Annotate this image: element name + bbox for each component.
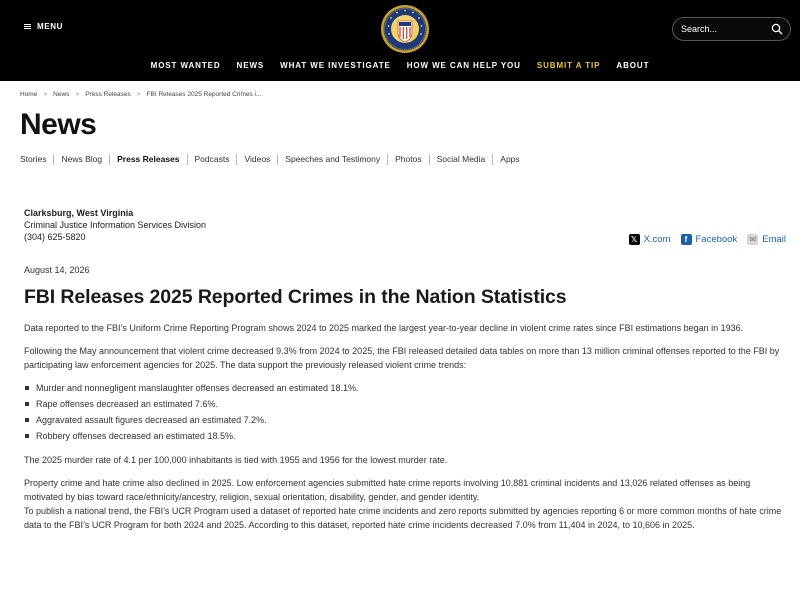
contact-phone: (304) 625-5820 bbox=[24, 232, 86, 242]
main-navigation: MOST WANTED NEWS WHAT WE INVESTIGATE HOW… bbox=[0, 61, 800, 70]
subnav-social-media[interactable]: Social Media bbox=[428, 154, 493, 165]
breadcrumb-separator: > bbox=[136, 91, 141, 98]
article-headline: FBI Releases 2025 Reported Crimes in the… bbox=[24, 286, 567, 308]
list-item: Murder and nonnegligent manslaughter off… bbox=[24, 380, 784, 396]
share-facebook-label: Facebook bbox=[695, 234, 738, 245]
article-paragraph: To publish a national trend, the FBI’s U… bbox=[24, 506, 782, 530]
list-item: Aggravated assault figures decreased an … bbox=[24, 412, 784, 428]
breadcrumb: Home > News > Press Releases > FBI Relea… bbox=[20, 91, 261, 98]
share-email-button[interactable]: ✉ Email bbox=[747, 234, 786, 245]
x-icon: 𝕏 bbox=[628, 234, 640, 245]
list-item: Robbery offenses decreased an estimated … bbox=[24, 428, 784, 444]
article-paragraph: The 2025 murder rate of 4.1 per 100,000 … bbox=[24, 455, 448, 465]
breadcrumb-separator: > bbox=[43, 91, 48, 98]
breadcrumb-press-releases[interactable]: Press Releases bbox=[85, 91, 131, 98]
site-header: MENU MOST WANTED NEWS WHAT WE INVESTIGA bbox=[0, 0, 800, 81]
facebook-icon: f bbox=[680, 234, 692, 245]
search-box[interactable] bbox=[672, 17, 791, 41]
nav-news[interactable]: NEWS bbox=[229, 61, 273, 70]
menu-button[interactable]: MENU bbox=[24, 22, 63, 31]
subnav-photos[interactable]: Photos bbox=[387, 154, 428, 165]
subnav-news-blog[interactable]: News Blog bbox=[53, 154, 109, 165]
subnav-apps[interactable]: Apps bbox=[492, 154, 526, 165]
article-paragraph: Property crime and hate crime also decli… bbox=[24, 478, 751, 502]
contact-location: Clarksburg, West Virginia bbox=[24, 208, 134, 218]
subnav-speeches-and-testimony[interactable]: Speeches and Testimony bbox=[277, 154, 387, 165]
article-date: August 14, 2026 bbox=[24, 265, 90, 275]
breadcrumb-current: FBI Releases 2025 Reported Crimes i... bbox=[146, 91, 262, 98]
nav-how-we-can-help-you[interactable]: HOW WE CAN HELP YOU bbox=[399, 61, 529, 70]
email-icon: ✉ bbox=[747, 234, 759, 245]
article-body: Data reported to the FBI’s Uniform Crime… bbox=[24, 321, 784, 541]
share-x-button[interactable]: 𝕏 X.com bbox=[628, 234, 671, 245]
subnav-press-releases[interactable]: Press Releases bbox=[109, 154, 186, 165]
article-paragraph: Data reported to the FBI’s Uniform Crime… bbox=[24, 323, 744, 333]
breadcrumb-separator: > bbox=[75, 91, 80, 98]
nav-most-wanted[interactable]: MOST WANTED bbox=[143, 61, 229, 70]
page-title: News bbox=[20, 108, 97, 141]
share-email-label: Email bbox=[762, 234, 786, 245]
news-subnav: Stories News Blog Press Releases Podcast… bbox=[20, 154, 527, 165]
list-item: Rape offenses decreased an estimated 7.6… bbox=[24, 396, 784, 412]
breadcrumb-news[interactable]: News bbox=[53, 91, 69, 98]
share-facebook-button[interactable]: f Facebook bbox=[680, 234, 738, 245]
nav-about[interactable]: ABOUT bbox=[608, 61, 657, 70]
share-links: 𝕏 X.com f Facebook ✉ Email bbox=[628, 234, 786, 245]
fbi-seal-logo[interactable] bbox=[380, 4, 430, 54]
share-x-label: X.com bbox=[643, 234, 671, 245]
contact-division: Criminal Justice Information Services Di… bbox=[24, 220, 207, 230]
search-input[interactable] bbox=[681, 24, 771, 34]
subnav-stories[interactable]: Stories bbox=[20, 154, 53, 165]
article-paragraph: Following the May announcement that viol… bbox=[24, 346, 780, 370]
subnav-videos[interactable]: Videos bbox=[236, 154, 277, 165]
hamburger-icon bbox=[24, 23, 31, 30]
menu-label: MENU bbox=[37, 22, 63, 31]
breadcrumb-home[interactable]: Home bbox=[20, 91, 37, 98]
nav-what-we-investigate[interactable]: WHAT WE INVESTIGATE bbox=[272, 61, 399, 70]
search-icon[interactable] bbox=[771, 23, 783, 35]
press-contact: Clarksburg, West Virginia Criminal Justi… bbox=[24, 207, 206, 243]
nav-submit-a-tip[interactable]: SUBMIT A TIP bbox=[529, 61, 609, 70]
statistics-list: Murder and nonnegligent manslaughter off… bbox=[24, 380, 784, 444]
subnav-podcasts[interactable]: Podcasts bbox=[186, 154, 237, 165]
